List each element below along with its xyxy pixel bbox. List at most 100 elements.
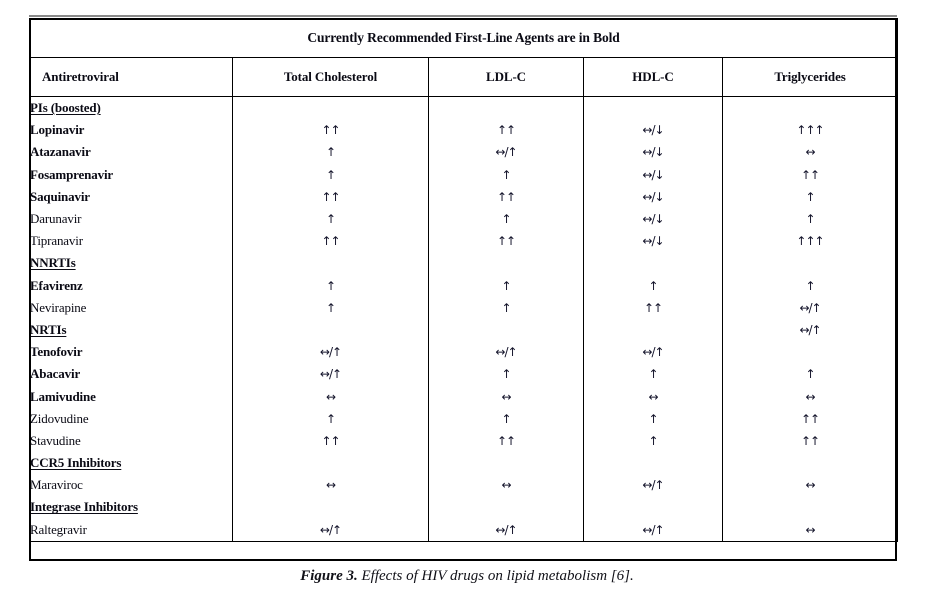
total-cholesterol-cell: ↔/↑ <box>232 363 429 386</box>
triglycerides-cell: ↑ <box>721 185 899 208</box>
drug-name-label: Lopinavir <box>30 122 85 138</box>
ldl-c-cell <box>428 96 584 120</box>
triglycerides-cell: ↑↑ <box>721 429 899 452</box>
drug-name-label: Darunavir <box>30 211 82 227</box>
table-row: NRTIs ↔/↑ <box>29 318 899 342</box>
drug-name-label: Maraviroc <box>30 477 83 493</box>
hdl-c-cell: ↔/↓ <box>583 163 723 186</box>
total-cholesterol-value: ↑ <box>325 212 336 227</box>
ldl-c-cell: ↔/↑ <box>428 141 584 164</box>
drug-name-cell: Lamivudine <box>29 385 233 408</box>
drug-name-label: Stavudine <box>30 432 81 448</box>
hdl-c-value: ↔/↓ <box>642 123 664 138</box>
ldl-c-value: ↑↑ <box>496 189 516 204</box>
table-title: Currently Recommended First-Line Agents … <box>28 18 899 58</box>
ldl-c-cell: ↔/↑ <box>428 518 584 542</box>
total-cholesterol-cell: ↑ <box>232 207 429 231</box>
triglycerides-cell: ↑↑↑ <box>721 230 899 253</box>
total-cholesterol-value: ↔ <box>325 478 336 493</box>
hdl-c-cell: ↔/↓ <box>583 207 723 231</box>
drug-name-label: Tenofovir <box>30 344 83 360</box>
hdl-c-cell: ↔/↑ <box>583 518 723 542</box>
table-header-row: Antiretroviral Total Cholesterol LDL-C H… <box>29 57 899 97</box>
drug-name-cell: CCR5 Inhibitors <box>29 452 233 475</box>
ldl-c-cell: ↑↑ <box>428 429 584 452</box>
total-cholesterol-value: ↔/↑ <box>319 367 342 382</box>
hdl-c-cell: ↔ <box>583 385 723 408</box>
table-title-row: Currently Recommended First-Line Agents … <box>28 18 899 58</box>
triglycerides-cell <box>721 496 899 519</box>
table-row: Darunavir ↑ ↑ ↔/↓ ↑ <box>29 207 899 231</box>
drug-name-cell: PIs (boosted) <box>29 96 233 120</box>
ldl-c-cell <box>428 252 584 275</box>
total-cholesterol-value: ↔ <box>325 389 336 404</box>
drug-name-label: NRTIs <box>30 321 67 337</box>
total-cholesterol-cell <box>232 452 429 475</box>
drug-name-label: Atazanavir <box>30 144 91 160</box>
drug-name-cell: Integrase Inhibitors <box>29 496 233 519</box>
triglycerides-value: ↔/↑ <box>799 300 821 315</box>
total-cholesterol-cell: ↔/↑ <box>232 518 429 542</box>
drug-name-label: Integrase Inhibitors <box>30 499 138 515</box>
column-header-triglycerides: Triglycerides <box>721 57 899 97</box>
ldl-c-value: ↑ <box>501 367 511 382</box>
hdl-c-value: ↑ <box>648 411 658 426</box>
table-row: Raltegravir ↔/↑ ↔/↑ ↔/↑ ↔ <box>29 518 899 542</box>
ldl-c-cell <box>428 452 584 475</box>
table-row: Fosamprenavir ↑ ↑ ↔/↓ ↑↑ <box>29 163 899 186</box>
hdl-c-cell <box>583 452 723 475</box>
ldl-c-cell <box>428 496 584 519</box>
hdl-c-cell <box>583 318 723 342</box>
hdl-c-cell: ↔/↑ <box>583 474 723 497</box>
triglycerides-value: ↑↑↑ <box>796 234 824 249</box>
ldl-c-value: ↑ <box>501 411 511 426</box>
triglycerides-cell: ↑↑ <box>721 163 899 186</box>
triglycerides-cell: ↔ <box>721 474 899 497</box>
total-cholesterol-cell <box>232 96 429 120</box>
drug-name-cell: Stavudine <box>29 429 233 452</box>
hdl-c-value: ↔/↑ <box>642 522 664 537</box>
triglycerides-value: ↑↑↑ <box>796 123 824 138</box>
triglycerides-cell: ↑↑ <box>721 407 899 430</box>
hdl-c-cell: ↔/↓ <box>583 119 723 142</box>
triglycerides-value: ↑↑ <box>800 411 820 426</box>
total-cholesterol-cell: ↑↑ <box>232 230 429 253</box>
drug-name-cell: Zidovudine <box>29 407 233 430</box>
table-row: Efavirenz ↑ ↑ ↑ ↑ <box>29 274 899 297</box>
table-row: Saquinavir ↑↑ ↑↑ ↔/↓ ↑ <box>29 185 899 208</box>
lipid-effects-table: Currently Recommended First-Line Agents … <box>28 18 899 542</box>
table-row: Tipranavir ↑↑ ↑↑ ↔/↓ ↑↑↑ <box>29 230 899 253</box>
total-cholesterol-cell <box>232 496 429 519</box>
column-header-ldl-c: LDL-C <box>428 57 584 97</box>
table-row: Lopinavir ↑↑ ↑↑ ↔/↓ ↑↑↑ <box>29 119 899 142</box>
hdl-c-value: ↔/↓ <box>642 234 664 249</box>
ldl-c-value: ↑↑ <box>496 123 516 138</box>
triglycerides-value: ↔ <box>805 522 815 537</box>
ldl-c-value: ↔/↑ <box>495 522 517 537</box>
hdl-c-value: ↑↑ <box>643 300 663 315</box>
drug-name-cell: Tenofovir <box>29 341 233 364</box>
ldl-c-cell: ↑ <box>428 407 584 430</box>
hdl-c-value: ↔/↑ <box>642 478 664 493</box>
hdl-c-cell <box>583 496 723 519</box>
hdl-c-cell: ↑ <box>583 407 723 430</box>
drug-name-label: Raltegravir <box>30 521 87 537</box>
hdl-c-value: ↔/↓ <box>642 167 664 182</box>
hdl-c-cell: ↑ <box>583 274 723 297</box>
ldl-c-cell: ↔ <box>428 385 584 408</box>
total-cholesterol-cell: ↑ <box>232 407 429 430</box>
ldl-c-cell: ↑ <box>428 363 584 386</box>
triglycerides-value: ↑ <box>805 212 815 227</box>
ldl-c-cell: ↑↑ <box>428 185 584 208</box>
total-cholesterol-value: ↑ <box>325 167 336 182</box>
table-row: Stavudine ↑↑ ↑↑ ↑ ↑↑ <box>29 429 899 452</box>
hdl-c-cell <box>583 96 723 120</box>
ldl-c-value: ↔ <box>501 389 511 404</box>
total-cholesterol-value: ↑ <box>325 300 336 315</box>
drug-name-cell: Abacavir <box>29 363 233 386</box>
column-header-hdl-c: HDL-C <box>583 57 723 97</box>
triglycerides-cell: ↔ <box>721 385 899 408</box>
total-cholesterol-cell <box>232 318 429 342</box>
drug-name-label: NNRTIs <box>30 255 76 271</box>
table-row: Maraviroc ↔ ↔ ↔/↑ ↔ <box>29 474 899 497</box>
